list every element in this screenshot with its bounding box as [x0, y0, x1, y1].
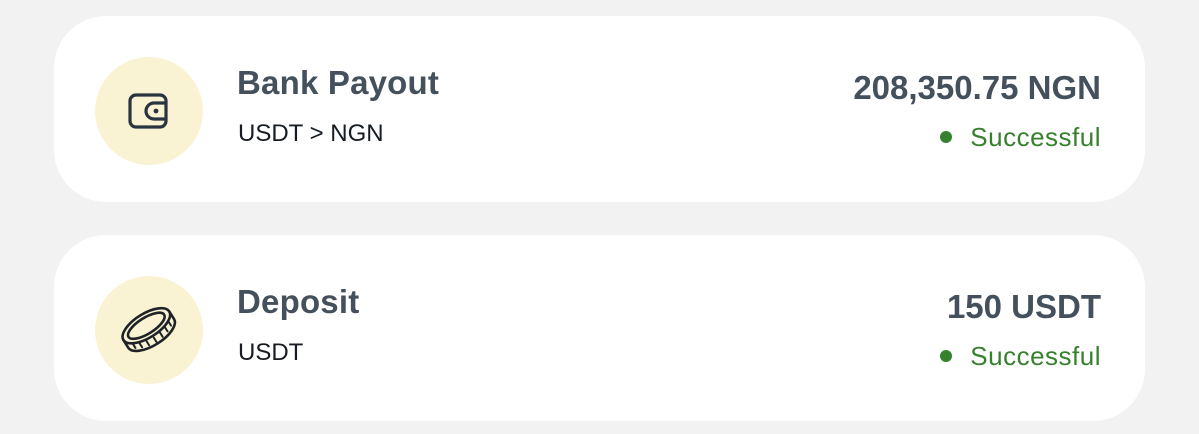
transaction-card-bank-payout[interactable]: Bank Payout USDT > NGN 208,350.75 NGN Su…: [54, 16, 1145, 202]
transaction-card-deposit[interactable]: Deposit USDT 150 USDT Successful: [54, 235, 1145, 421]
coin-icon: [121, 306, 177, 353]
transaction-icon-badge: [95, 276, 203, 384]
status-badge: Successful: [940, 122, 1101, 152]
status-text: Successful: [970, 341, 1101, 371]
transaction-subtitle: USDT > NGN: [238, 120, 384, 147]
transaction-title: Bank Payout: [237, 64, 440, 101]
status-dot-icon: [940, 350, 953, 362]
status-text: Successful: [970, 122, 1101, 152]
transaction-title: Deposit: [237, 283, 360, 320]
transaction-amount: 208,350.75 NGN: [853, 69, 1101, 106]
status-dot-icon: [940, 131, 953, 143]
wallet-icon: [128, 93, 168, 129]
transaction-subtitle: USDT: [238, 339, 304, 366]
transaction-icon-badge: [95, 57, 203, 165]
transaction-amount: 150 USDT: [946, 288, 1101, 325]
status-badge: Successful: [940, 341, 1101, 371]
